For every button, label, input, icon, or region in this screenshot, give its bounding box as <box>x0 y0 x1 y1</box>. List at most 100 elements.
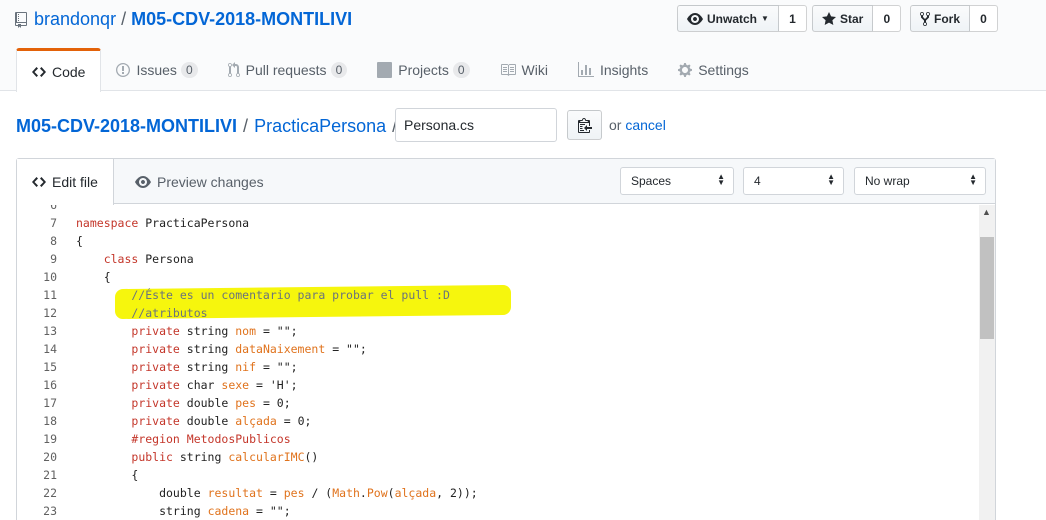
tab-code[interactable]: Code <box>16 48 102 92</box>
tab-label: Issues <box>136 61 177 78</box>
code-line[interactable]: 22 double resultat = pes / (Math.Pow(alç… <box>17 484 977 502</box>
fork-icon <box>920 11 930 26</box>
star-icon <box>822 11 836 25</box>
stars-count[interactable]: 0 <box>873 5 902 32</box>
breadcrumb-repo-link[interactable]: M05-CDV-2018-MONTILIVI <box>16 116 237 137</box>
unwatch-group: Unwatch ▼ 1 <box>677 5 807 32</box>
line-content: //Éste es un comentario para probar el p… <box>76 288 450 302</box>
project-icon <box>377 61 393 78</box>
scrollbar-thumb[interactable] <box>980 237 994 339</box>
star-button[interactable]: Star <box>812 5 874 32</box>
code-icon <box>32 177 46 187</box>
code-line[interactable]: 11 //Éste es un comentario para probar e… <box>17 286 977 304</box>
line-number: 14 <box>43 342 57 356</box>
line-content: string cadena = ""; <box>76 504 291 518</box>
code-line[interactable]: 23 string cadena = ""; <box>17 502 977 520</box>
issue-icon <box>116 62 131 77</box>
code-area[interactable]: 6 7 namespace PracticaPersona 8{9 class Per… <box>17 205 995 520</box>
or-cancel: or cancel <box>609 117 666 133</box>
line-content: { <box>76 468 139 482</box>
editor-header: Edit file Preview changes Spaces ▲ ▼ 4 ▲ ▼… <box>17 159 995 205</box>
indent-mode-select[interactable]: Spaces ▲ ▼ <box>620 167 734 195</box>
tab-label: Insights <box>599 61 649 78</box>
code-line[interactable]: 9 class Persona <box>17 250 977 268</box>
line-number: 18 <box>43 414 57 428</box>
line-number: 9 <box>50 252 57 266</box>
unwatch-button[interactable]: Unwatch ▼ <box>677 5 779 32</box>
line-number: 23 <box>43 504 57 518</box>
pull-request-icon <box>227 61 240 77</box>
tab-settings[interactable]: Settings <box>663 48 764 91</box>
code-line[interactable]: 10 { <box>17 268 977 286</box>
tab-projects[interactable]: Projects 0 <box>362 48 484 91</box>
tab-wiki[interactable]: Wiki <box>485 48 563 91</box>
code-line[interactable]: 14 private string dataNaixement = ""; <box>17 340 977 358</box>
code-line[interactable]: 15 private string nif = ""; <box>17 358 977 376</box>
line-number: 16 <box>43 378 57 392</box>
breadcrumb-folder-link[interactable]: PracticaPersona <box>254 116 386 137</box>
watchers-count[interactable]: 1 <box>778 5 807 32</box>
line-content: private double pes = 0; <box>131 396 291 410</box>
edit-file-label: Edit file <box>52 174 98 190</box>
code-line[interactable]: 8{ <box>17 232 977 250</box>
indent-size-select[interactable]: 4 ▲ ▼ <box>743 167 844 195</box>
code-line[interactable]: 16 private char sexe = 'H'; <box>17 376 977 394</box>
filename-input[interactable]: Persona.cs <box>395 108 557 142</box>
eye-icon <box>135 176 151 188</box>
tab-label: Settings <box>698 61 749 78</box>
line-content: double resultat = pes / (Math.Pow(alçada… <box>76 486 478 500</box>
code-line[interactable]: 17 private double pes = 0; <box>17 394 977 412</box>
line-content: class Persona <box>103 252 194 266</box>
pull-requests-counter: 0 <box>330 61 348 78</box>
fork-group: Fork 0 <box>910 5 999 32</box>
indent-mode-value: Spaces <box>631 174 672 188</box>
line-number: 10 <box>43 270 57 284</box>
code-line[interactable]: 12 //atributos <box>17 304 977 322</box>
repo-name-link[interactable]: M05-CDV-2018-MONTILIVI <box>131 8 352 30</box>
edit-file-tab[interactable]: Edit file <box>17 159 114 205</box>
projects-counter: 0 <box>452 61 470 78</box>
fork-button[interactable]: Fork <box>910 5 971 32</box>
line-number: 17 <box>43 396 57 410</box>
tab-issues[interactable]: Issues 0 <box>101 48 212 91</box>
select-arrows-icon: ▲ ▼ <box>717 172 725 187</box>
vertical-scrollbar[interactable]: ▲ <box>979 205 995 520</box>
star-group: Star 0 <box>812 5 902 32</box>
tab-label: Projects <box>398 61 449 78</box>
tab-label: Pull requests <box>245 61 327 78</box>
code-icon <box>32 66 46 77</box>
repo-owner-link[interactable]: brandonqr <box>34 8 116 30</box>
line-number: 21 <box>43 468 57 482</box>
code-line[interactable]: 6 <box>17 205 977 214</box>
code-line[interactable]: 13 private string nom = ""; <box>17 322 977 340</box>
line-number: 7 <box>50 216 57 230</box>
code-line[interactable]: 19 #region MetodosPublicos <box>17 430 977 448</box>
code-line[interactable]: 21 { <box>17 466 977 484</box>
cancel-link[interactable]: cancel <box>625 117 665 133</box>
line-content: public string calcularIMC() <box>131 450 319 464</box>
code-line[interactable]: 7 namespace PracticaPersona <box>17 214 977 232</box>
line-number: 12 <box>43 306 57 320</box>
line-number: 11 <box>43 288 57 302</box>
line-number: 22 <box>43 486 57 500</box>
tab-pull-requests[interactable]: Pull requests 0 <box>213 48 363 91</box>
copy-path-button[interactable] <box>567 110 602 140</box>
repo-nav: Code Issues 0 Pull requests 0 Projects 0… <box>16 48 764 92</box>
preview-changes-label: Preview changes <box>157 174 264 190</box>
code-line[interactable]: 20 public string calcularIMC() <box>17 448 977 466</box>
line-number: 8 <box>50 234 57 248</box>
issues-counter: 0 <box>180 61 198 78</box>
line-content: #region MetodosPublicos <box>131 432 291 446</box>
tab-insights[interactable]: Insights <box>563 48 663 91</box>
wrap-mode-select[interactable]: No wrap ▲ ▼ <box>854 167 986 195</box>
preview-changes-tab[interactable]: Preview changes <box>120 159 279 205</box>
code-line[interactable]: 18 private double alçada = 0; <box>17 412 977 430</box>
line-content: private double alçada = 0; <box>131 414 312 428</box>
forks-count[interactable]: 0 <box>970 5 999 32</box>
line-content: namespace PracticaPersona <box>76 216 250 230</box>
scroll-up-icon[interactable]: ▲ <box>982 207 991 217</box>
line-content: private char sexe = 'H'; <box>131 378 298 392</box>
line-number: 19 <box>43 432 57 446</box>
breadcrumb-separator: / <box>243 115 249 136</box>
line-number: 15 <box>43 360 57 374</box>
